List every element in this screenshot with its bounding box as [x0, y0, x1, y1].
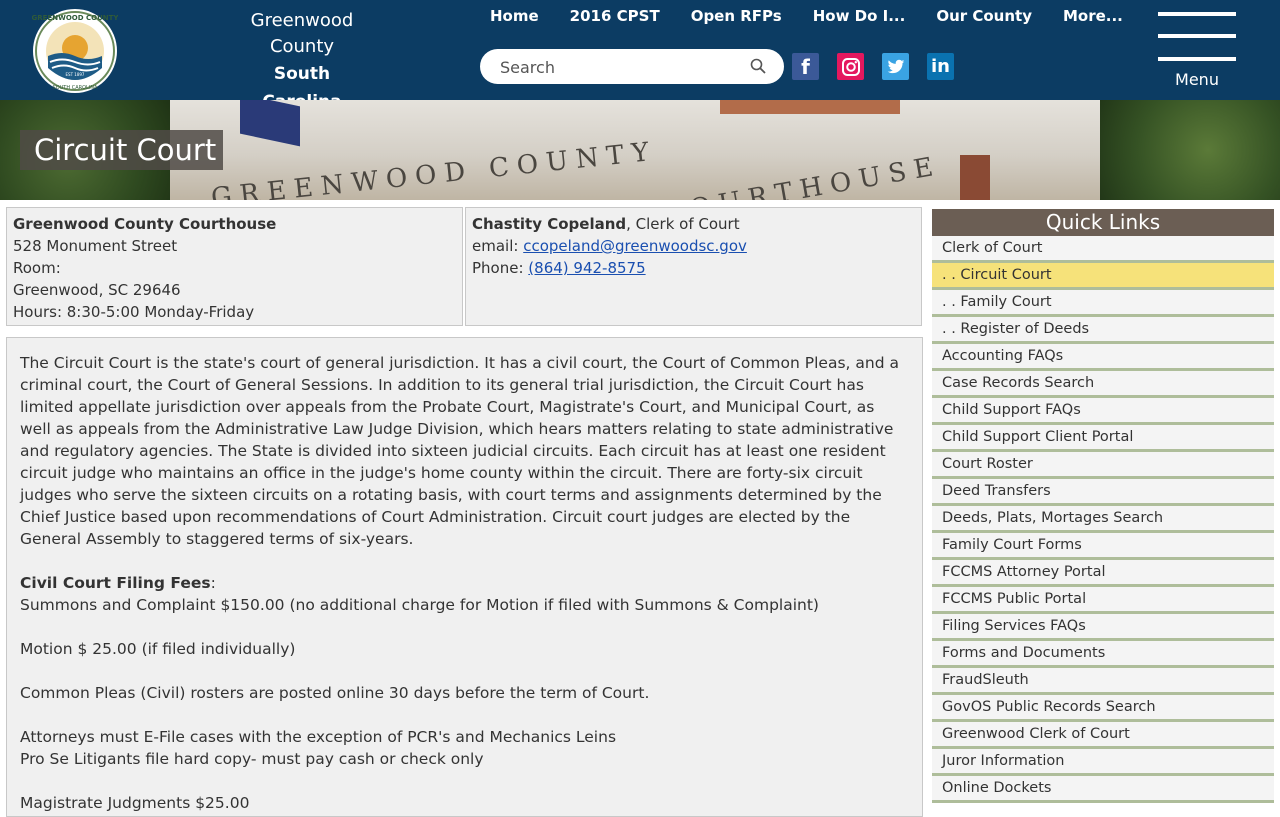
fee-summons: Summons and Complaint $150.00 (no additi… [20, 596, 819, 614]
fees-heading: Civil Court Filing Fees: [20, 572, 909, 594]
clerk-info-box: Chastity Copeland, Clerk of Court email:… [465, 207, 922, 326]
building-name: Greenwood County Courthouse [13, 215, 277, 233]
quick-link-accounting-faqs[interactable]: Accounting FAQs [932, 344, 1274, 371]
quick-link-register-of-deeds[interactable]: . . Register of Deeds [932, 317, 1274, 344]
nav-2016-cpst[interactable]: 2016 CPST [570, 7, 660, 25]
phone-label: Phone: [472, 259, 529, 277]
county-name-line1: Greenwood [250, 10, 354, 31]
search-input[interactable] [498, 56, 742, 78]
magistrate-fee: Magistrate Judgments $25.00 [20, 794, 250, 812]
quick-link-child-support-client-portal[interactable]: Child Support Client Portal [932, 425, 1274, 452]
email-link[interactable]: ccopeland@greenwoodsc.gov [523, 237, 747, 255]
intro-paragraph: The Circuit Court is the state's court o… [20, 354, 899, 548]
street-address: 528 Monument Street [13, 237, 178, 255]
quick-link-govos-public-records[interactable]: GovOS Public Records Search [932, 695, 1274, 722]
fees-heading-label: Civil Court Filing Fees [20, 574, 211, 592]
nav-home[interactable]: Home [490, 7, 539, 25]
office-hours: Hours: 8:30-5:00 Monday-Friday [13, 303, 255, 321]
county-seal-logo[interactable]: GREENWOOD COUNTY SOUTH CAROLINA EST 1897 [32, 8, 118, 94]
site-header: GREENWOOD COUNTY SOUTH CAROLINA EST 1897… [0, 0, 1280, 112]
quick-link-court-roster[interactable]: Court Roster [932, 452, 1274, 479]
efile-note: Attorneys must E-File cases with the exc… [20, 728, 617, 746]
quick-link-fccms-attorney-portal[interactable]: FCCMS Attorney Portal [932, 560, 1274, 587]
menu-bar-icon [1158, 34, 1236, 38]
svg-text:SOUTH CAROLINA: SOUTH CAROLINA [53, 85, 98, 91]
quick-links-list: Clerk of Court . . Circuit Court . . Fam… [932, 236, 1274, 803]
quick-link-deeds-plats-search[interactable]: Deeds, Plats, Mortages Search [932, 506, 1274, 533]
quick-link-juror-information[interactable]: Juror Information [932, 749, 1274, 776]
fees-heading-colon: : [210, 574, 216, 592]
quick-link-online-dockets[interactable]: Online Dockets [932, 776, 1274, 803]
city-state-zip: Greenwood, SC 29646 [13, 281, 181, 299]
svg-text:GREENWOOD COUNTY: GREENWOOD COUNTY [32, 14, 118, 22]
nav-how-do-i[interactable]: How Do I... [813, 7, 906, 25]
quick-link-family-court-forms[interactable]: Family Court Forms [932, 533, 1274, 560]
county-name-line2: County [269, 36, 335, 57]
location-info-box: Greenwood County Courthouse 528 Monument… [6, 207, 463, 326]
quick-link-greenwood-clerk-of-court[interactable]: Greenwood Clerk of Court [932, 722, 1274, 749]
nav-open-rfps[interactable]: Open RFPs [691, 7, 782, 25]
twitter-icon[interactable] [882, 53, 909, 80]
quick-links-panel: Quick Links Clerk of Court . . Circuit C… [932, 209, 1274, 803]
clerk-title: , Clerk of Court [626, 215, 740, 233]
quick-link-fraudsleuth[interactable]: FraudSleuth [932, 668, 1274, 695]
quick-link-case-records-search[interactable]: Case Records Search [932, 371, 1274, 398]
quick-link-fccms-public-portal[interactable]: FCCMS Public Portal [932, 587, 1274, 614]
rosters-note: Common Pleas (Civil) rosters are posted … [20, 684, 650, 702]
search-box [480, 49, 784, 84]
page-title: Circuit Court [20, 130, 223, 170]
main-content: The Circuit Court is the state's court o… [6, 337, 923, 817]
clerk-name: Chastity Copeland [472, 215, 627, 233]
phone-link[interactable]: (864) 942-8575 [528, 259, 645, 277]
nav-more[interactable]: More... [1063, 7, 1123, 25]
email-label: email: [472, 237, 524, 255]
top-navigation: Home 2016 CPST Open RFPs How Do I... Our… [490, 7, 1154, 25]
menu-button[interactable]: Menu [1158, 12, 1236, 92]
room: Room: [13, 259, 61, 277]
prose-note: Pro Se Litigants file hard copy- must pa… [20, 750, 484, 768]
quick-link-forms-and-documents[interactable]: Forms and Documents [932, 641, 1274, 668]
brick-column [960, 155, 990, 200]
quick-link-deed-transfers[interactable]: Deed Transfers [932, 479, 1274, 506]
svg-text:EST 1897: EST 1897 [66, 72, 85, 77]
quick-link-circuit-court[interactable]: . . Circuit Court [932, 263, 1274, 290]
instagram-icon[interactable] [837, 53, 864, 80]
menu-bar-icon [1158, 57, 1236, 61]
fee-motion: Motion $ 25.00 (if filed individually) [20, 640, 296, 658]
menu-bar-icon [1158, 12, 1236, 16]
roof [720, 100, 900, 114]
facebook-icon[interactable]: f [792, 53, 819, 80]
quick-link-filing-services-faqs[interactable]: Filing Services FAQs [932, 614, 1274, 641]
quick-link-family-court[interactable]: . . Family Court [932, 290, 1274, 317]
nav-our-county[interactable]: Our County [936, 7, 1032, 25]
linkedin-icon[interactable]: in [927, 53, 954, 80]
tree-right [1100, 100, 1280, 200]
quick-links-title: Quick Links [932, 209, 1274, 236]
menu-label: Menu [1175, 70, 1219, 89]
search-icon[interactable] [750, 58, 766, 74]
quick-link-clerk-of-court[interactable]: Clerk of Court [932, 236, 1274, 263]
quick-link-child-support-faqs[interactable]: Child Support FAQs [932, 398, 1274, 425]
